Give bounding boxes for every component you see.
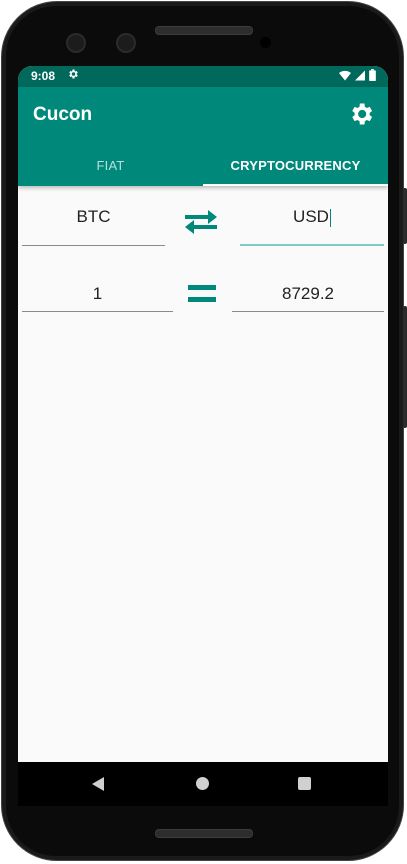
- wifi-icon: [339, 70, 351, 84]
- result-value: 8729.2: [282, 284, 334, 303]
- app-title: Cucon: [33, 104, 93, 125]
- app-screen: 9:08 Cucon FIAT CRYPTOCURRENCY BTC USD 1…: [18, 66, 388, 806]
- volume-button: [403, 306, 407, 428]
- tab-fiat[interactable]: FIAT: [18, 144, 203, 186]
- sensor-dot: [260, 37, 271, 48]
- status-icons: [339, 69, 376, 84]
- tab-cryptocurrency[interactable]: CRYPTOCURRENCY: [203, 144, 388, 186]
- settings-gear-icon[interactable]: [347, 100, 377, 130]
- front-camera-2: [116, 33, 136, 53]
- amount-value: 1: [92, 284, 103, 303]
- status-bar: 9:08: [18, 66, 388, 87]
- home-icon[interactable]: [196, 777, 209, 790]
- status-time: 9:08: [31, 69, 56, 83]
- app-bar: Cucon FIAT CRYPTOCURRENCY: [18, 87, 388, 186]
- recents-icon[interactable]: [298, 777, 311, 790]
- to-currency-field[interactable]: USD: [240, 188, 384, 246]
- system-nav-bar: [18, 762, 388, 806]
- gear-icon: [67, 68, 79, 83]
- swap-arrows-icon[interactable]: [181, 206, 221, 238]
- to-currency-value: USD: [293, 207, 329, 226]
- bottom-speaker: [155, 829, 253, 838]
- tab-bar: FIAT CRYPTOCURRENCY: [18, 144, 388, 186]
- signal-icon: [355, 70, 365, 84]
- text-cursor: [329, 208, 331, 227]
- power-button: [403, 188, 407, 244]
- equals-icon: [188, 285, 218, 303]
- top-speaker: [155, 26, 253, 35]
- front-camera: [66, 33, 86, 53]
- battery-icon: [369, 69, 376, 84]
- from-currency-value: BTC: [76, 207, 111, 226]
- amount-field[interactable]: 1: [22, 266, 173, 312]
- back-icon[interactable]: [92, 777, 104, 791]
- from-currency-field[interactable]: BTC: [22, 188, 165, 246]
- tab-indicator: [203, 184, 388, 186]
- result-field[interactable]: 8729.2: [232, 266, 384, 312]
